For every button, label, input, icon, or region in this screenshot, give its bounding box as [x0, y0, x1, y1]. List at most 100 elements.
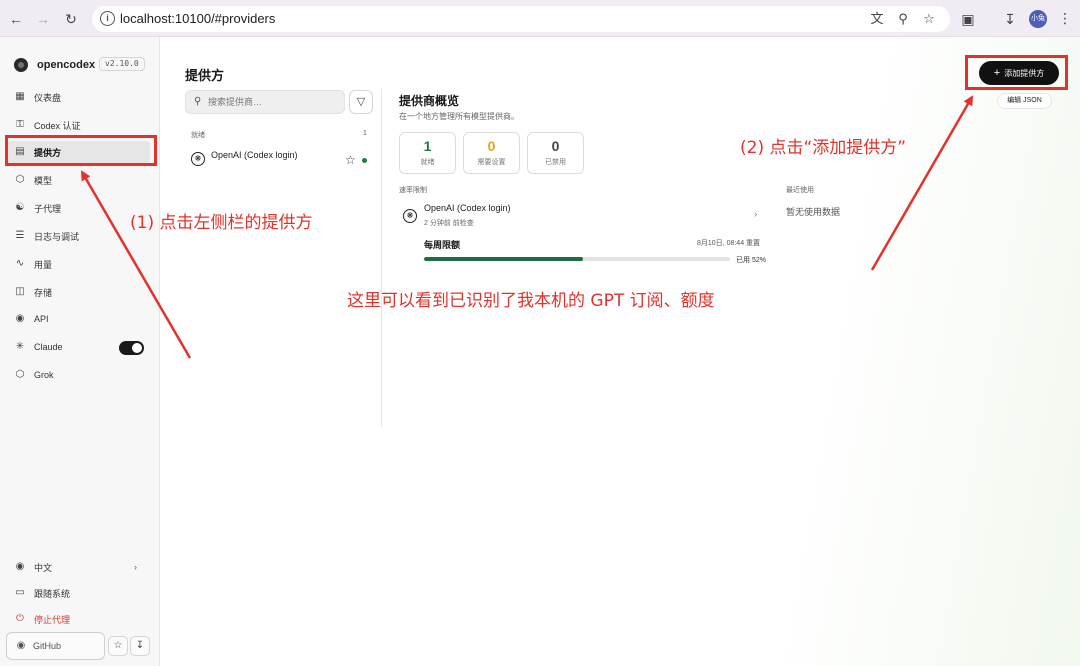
claude-toggle[interactable]: [119, 341, 144, 355]
info-icon[interactable]: i: [100, 11, 115, 26]
status-dot: [362, 158, 367, 163]
stop-proxy-button[interactable]: ⏻ 停止代理: [8, 608, 150, 630]
globe-icon: ◉: [15, 561, 25, 572]
extensions-icon[interactable]: ▣: [958, 9, 978, 29]
cube-icon: ⬡: [15, 174, 25, 185]
recent-empty-text: 暂无使用数据: [786, 207, 841, 217]
stat-ready: 1 就绪: [399, 132, 456, 174]
download-icon[interactable]: ↧: [1000, 9, 1020, 29]
star-icon: ☆: [113, 640, 123, 651]
subagent-icon: ☯: [15, 202, 25, 213]
provider-name: OpenAI (Codex login): [211, 150, 298, 160]
sidebar-item-models[interactable]: ⬡ 模型: [8, 169, 150, 191]
zoom-icon[interactable]: ⚲: [894, 10, 912, 28]
sidebar-item-storage[interactable]: ◫ 存储: [8, 281, 150, 303]
theme-selector[interactable]: ▭ 跟随系统: [8, 582, 150, 604]
favorite-star-icon[interactable]: ☆: [345, 154, 356, 166]
github-button[interactable]: ◉ GitHub: [6, 632, 105, 660]
weekly-limit-used: 已用 52%: [736, 257, 766, 264]
annotation-step2: (2) 点击“添加提供方”: [740, 138, 907, 158]
list-icon: ☰: [15, 230, 25, 241]
edit-json-button[interactable]: 编辑 JSON: [997, 93, 1052, 109]
version-badge: v2.10.0: [99, 57, 145, 71]
stat-label: 已禁用: [545, 159, 566, 166]
sidebar-item-label: 模型: [34, 175, 53, 186]
activity-icon: ∿: [15, 258, 25, 269]
sidebar-item-label: 子代理: [34, 203, 62, 214]
sidebar-item-label: 用量: [34, 259, 53, 270]
sidebar-item-usage[interactable]: ∿ 用量: [8, 253, 150, 275]
sidebar-item-dashboard[interactable]: ▦ 仪表盘: [8, 86, 150, 108]
stat-needs-setup: 0 需要设置: [463, 132, 520, 174]
theme-label: 跟随系统: [34, 588, 71, 599]
power-icon: ⏻: [16, 613, 24, 624]
search-icon: ⚲: [194, 96, 202, 107]
main-content: 提供方 ⚲ ▽ 就绪 1 ❋ OpenAI (Codex login) ☆ 提供…: [161, 37, 1080, 666]
url-text[interactable]: localhost:10100/#providers: [120, 11, 275, 26]
weekly-limit-reset: 8月10日, 08:44 重置: [697, 240, 761, 247]
dashboard-icon: ▦: [15, 91, 25, 102]
github-icon: ◉: [16, 640, 26, 651]
search-box[interactable]: ⚲: [185, 90, 345, 114]
rate-limit-checked: 2 分钟前 前检查: [424, 220, 474, 227]
sidebar-item-label: Grok: [34, 370, 54, 380]
annotation-step1: (1) 点击左侧栏的提供方: [130, 213, 313, 233]
sidebar-item-logs[interactable]: ☰ 日志与调试: [8, 225, 150, 247]
openai-icon: ❋: [191, 152, 205, 166]
stat-value: 0: [487, 138, 496, 154]
sidebar-item-subagents[interactable]: ☯ 子代理: [8, 197, 150, 219]
browser-toolbar: ← → ↻ i localhost:10100/#providers 文 ⚲ ☆…: [0, 0, 1080, 37]
globe-icon: ◉: [15, 313, 25, 324]
group-count: 1: [363, 130, 367, 137]
sparkle-icon: ✳: [15, 341, 25, 352]
annotation-note: 这里可以看到已识别了我本机的 GPT 订阅、额度: [347, 291, 715, 311]
back-icon[interactable]: ←: [6, 9, 26, 29]
openai-icon: ❋: [403, 209, 417, 223]
language-label: 中文: [34, 562, 53, 573]
sidebar: opencodex v2.10.0 ▦ 仪表盘 ⚿ Codex 认证 ▤ 提供方…: [0, 37, 160, 666]
stat-disabled: 0 已禁用: [527, 132, 584, 174]
address-bar[interactable]: i localhost:10100/#providers 文 ⚲ ☆: [92, 6, 950, 32]
favorite-button[interactable]: ☆: [108, 636, 128, 656]
search-input[interactable]: [208, 94, 338, 110]
chevron-right-icon: ›: [134, 562, 137, 572]
menu-icon[interactable]: ⋮: [1058, 8, 1072, 28]
translate-icon[interactable]: 文: [868, 10, 886, 28]
group-label: 就绪: [191, 132, 205, 139]
annotation-box-add-button: [965, 55, 1068, 90]
stat-label: 就绪: [420, 159, 435, 166]
rate-limit-provider[interactable]: OpenAI (Codex login): [424, 203, 511, 213]
sidebar-item-label: Claude: [34, 342, 63, 352]
brand-logo-icon: [14, 58, 28, 72]
sidebar-item-grok[interactable]: ⬡ Grok: [8, 364, 150, 386]
stat-label: 需要设置: [477, 159, 506, 166]
stop-proxy-label: 停止代理: [34, 614, 71, 625]
brand: opencodex: [14, 57, 95, 73]
recent-label: 最近使用: [786, 187, 814, 194]
stat-value: 0: [551, 138, 560, 154]
avatar[interactable]: 小兔: [1029, 10, 1047, 28]
forward-icon[interactable]: →: [33, 9, 53, 29]
column-divider: [381, 89, 382, 427]
sidebar-item-label: 仪表盘: [34, 92, 62, 103]
download-button[interactable]: ↧: [130, 636, 150, 656]
filter-icon: ▽: [356, 96, 366, 108]
provider-list-item[interactable]: ❋ OpenAI (Codex login) ☆: [187, 148, 373, 170]
stat-value: 1: [423, 138, 432, 154]
weekly-limit-bar-fill: [424, 257, 584, 261]
language-selector[interactable]: ◉ 中文: [8, 556, 150, 578]
overview-title: 提供商概览: [399, 94, 460, 108]
sidebar-item-label: 日志与调试: [34, 231, 80, 242]
sidebar-item-codex-auth[interactable]: ⚿ Codex 认证: [8, 114, 150, 136]
star-icon[interactable]: ☆: [920, 10, 938, 28]
weekly-limit-label: 每周限额: [424, 240, 461, 250]
filter-button[interactable]: ▽: [349, 90, 373, 114]
key-icon: ⚿: [16, 119, 24, 130]
sidebar-item-label: Codex 认证: [34, 120, 81, 131]
sidebar-item-api[interactable]: ◉ API: [8, 308, 150, 330]
page-title: 提供方: [185, 68, 225, 83]
reload-icon[interactable]: ↻: [61, 9, 81, 29]
rate-limit-label: 速率限制: [399, 187, 427, 194]
chevron-right-icon[interactable]: ›: [754, 209, 757, 220]
download-icon: ↧: [135, 640, 145, 651]
